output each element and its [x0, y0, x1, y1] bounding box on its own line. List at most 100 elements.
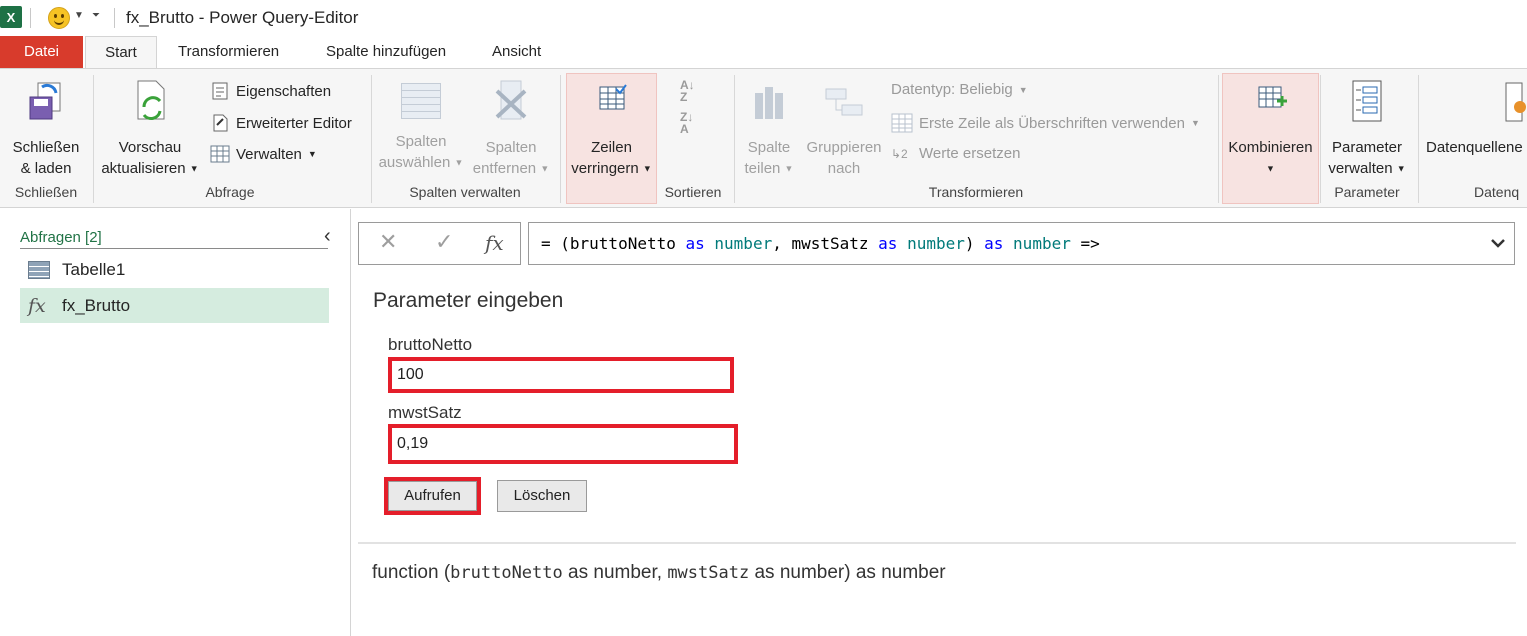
sort-ascending-button[interactable]: A↓ Z — [680, 79, 695, 103]
signature-mid: as number, — [562, 562, 668, 583]
manage-parameters-button[interactable]: Parameter verwalten ▼ — [1322, 77, 1412, 180]
chevron-down-icon: ▼ — [189, 163, 199, 174]
first-row-headers-button[interactable]: Erste Zeile als Überschriften verwenden … — [891, 113, 1200, 133]
combine-button[interactable]: Kombinieren ▼ — [1222, 77, 1319, 180]
mwst-satz-input[interactable]: 0,19 — [388, 424, 738, 464]
insert-function-fx-icon[interactable]: fx — [485, 231, 504, 255]
replace-values-label: Werte ersetzen — [919, 145, 1021, 162]
signature-param-1: bruttoNetto — [450, 563, 563, 583]
signature-suffix: as number) as number — [749, 562, 946, 583]
reduce-rows-button[interactable]: Zeilen verringern ▼ — [566, 77, 657, 180]
group-by-label-2: nach — [827, 160, 861, 177]
chevron-down-icon[interactable]: ▼ — [74, 10, 84, 21]
clear-button[interactable]: Löschen — [497, 480, 587, 512]
replace-values-button[interactable]: ↳2 Werte ersetzen — [891, 145, 1020, 162]
formula-space — [1003, 234, 1013, 253]
advanced-editor-label: Erweiterter Editor — [236, 114, 352, 132]
group-by-icon — [825, 88, 863, 116]
tab-add-column[interactable]: Spalte hinzufügen — [308, 36, 464, 69]
data-source-label: Datenquellene — [1426, 139, 1523, 156]
chevron-down-icon: ▼ — [1266, 163, 1275, 174]
group-label-transform: Transformieren — [928, 184, 1024, 200]
properties-label: Eigenschaften — [236, 82, 332, 100]
query-label: Tabelle1 — [62, 259, 126, 279]
signature-prefix: function ( — [372, 562, 451, 583]
choose-columns-icon — [401, 83, 441, 119]
split-column-button[interactable]: Spalte teilen ▼ — [740, 77, 798, 180]
chevron-down-icon: ▼ — [642, 163, 652, 174]
cancel-formula-icon[interactable]: ✕ — [379, 229, 397, 255]
remove-columns-button[interactable]: Spalten entfernen ▼ — [468, 77, 554, 180]
remove-columns-label-2: entfernen — [472, 160, 537, 177]
properties-icon — [212, 82, 228, 100]
chevron-down-icon: ▼ — [784, 163, 794, 174]
choose-columns-label-2: auswählen — [378, 154, 451, 171]
formula-buttons: ✕ ✓ fx — [358, 222, 521, 265]
group-divider — [1320, 75, 1321, 203]
datatype-label: Datentyp: Beliebig — [891, 81, 1013, 98]
formula-keyword: as — [984, 234, 1004, 253]
formula-bar[interactable]: = (bruttoNetto as number, mwstSatz as nu… — [528, 222, 1515, 265]
invoke-button[interactable]: Aufrufen — [388, 481, 477, 511]
remove-columns-icon — [495, 80, 527, 120]
refresh-label-1: Vorschau — [118, 139, 182, 156]
group-label-sort: Sortieren — [664, 184, 722, 200]
formula-text-part: = (bruttoNetto — [541, 234, 686, 253]
signature-param-2: mwstSatz — [667, 563, 750, 583]
first-row-headers-icon — [891, 113, 913, 133]
group-label-parameters: Parameter — [1334, 184, 1400, 200]
refresh-preview-button[interactable]: Vorschau aktualisieren ▼ — [98, 77, 202, 180]
expand-formula-chevron-down-icon[interactable] — [1490, 223, 1506, 279]
group-label-columns: Spalten verwalten — [409, 184, 521, 200]
replace-values-icon: ↳2 — [891, 146, 908, 161]
remove-columns-label-1: Spalten — [485, 139, 537, 156]
properties-button[interactable]: Eigenschaften — [210, 81, 331, 101]
fx-icon: fx — [28, 294, 46, 317]
param-label-mwst-satz: mwstSatz — [388, 403, 462, 422]
close-load-label-1: Schließen — [12, 139, 80, 156]
close-and-load-button[interactable]: Schließen & laden — [8, 77, 84, 179]
formula-type: number — [1013, 234, 1071, 253]
excel-app-icon: X — [0, 6, 22, 28]
group-label-close: Schließen — [14, 184, 78, 200]
formula-space — [897, 234, 907, 253]
function-signature: function (bruttoNetto as number, mwstSat… — [372, 562, 946, 584]
confirm-formula-icon[interactable]: ✓ — [435, 229, 453, 255]
choose-columns-button[interactable]: Spalten auswählen ▼ — [376, 77, 466, 174]
combine-icon — [1258, 86, 1287, 108]
query-item-tabelle1[interactable]: Tabelle1 — [20, 252, 329, 287]
chevron-down-icon: ▼ — [307, 149, 317, 159]
manage-button[interactable]: Verwalten ▼ — [210, 145, 317, 163]
manage-label: Verwalten — [236, 145, 302, 163]
group-divider — [1418, 75, 1419, 203]
group-by-button[interactable]: Gruppieren nach — [800, 77, 888, 179]
data-source-settings-button[interactable]: Datenquellene — [1426, 77, 1527, 158]
choose-columns-label-1: Spalten — [395, 133, 447, 150]
table-icon — [28, 260, 50, 279]
ribbon: Schließen & laden Schließen Vorschau akt… — [0, 68, 1527, 208]
titlebar-divider — [30, 8, 31, 28]
group-divider — [1218, 75, 1219, 203]
formula-space — [705, 234, 715, 253]
datatype-dropdown[interactable]: Datentyp: Beliebig ▼ — [891, 81, 1028, 98]
formula-text-part: ) — [964, 234, 985, 253]
split-column-label-2: teilen — [744, 160, 781, 177]
split-column-icon — [755, 87, 783, 119]
brutto-netto-input[interactable]: 100 — [388, 357, 734, 393]
sort-descending-button[interactable]: Z↓ A — [680, 111, 693, 135]
query-item-fx-brutto[interactable]: fx fx_Brutto — [20, 288, 329, 323]
tab-file[interactable]: Datei — [0, 36, 83, 69]
formula-text-part: , mwstSatz — [772, 234, 879, 253]
collapse-pane-chevron-left-icon[interactable]: ‹ — [324, 225, 331, 248]
smiley-feedback-icon[interactable] — [48, 7, 70, 29]
customize-quick-access-icon[interactable]: ⏷ — [92, 10, 100, 21]
group-divider — [734, 75, 735, 203]
tab-view[interactable]: Ansicht — [474, 36, 559, 69]
group-label-query: Abfrage — [205, 184, 255, 200]
tab-start[interactable]: Start — [85, 36, 157, 70]
tab-transform[interactable]: Transformieren — [160, 36, 297, 69]
group-label-datasource: Datenq — [1474, 184, 1520, 200]
formula-keyword: as — [878, 234, 898, 253]
close-load-label-2: & laden — [20, 160, 72, 177]
advanced-editor-button[interactable]: Erweiterter Editor — [210, 113, 352, 133]
